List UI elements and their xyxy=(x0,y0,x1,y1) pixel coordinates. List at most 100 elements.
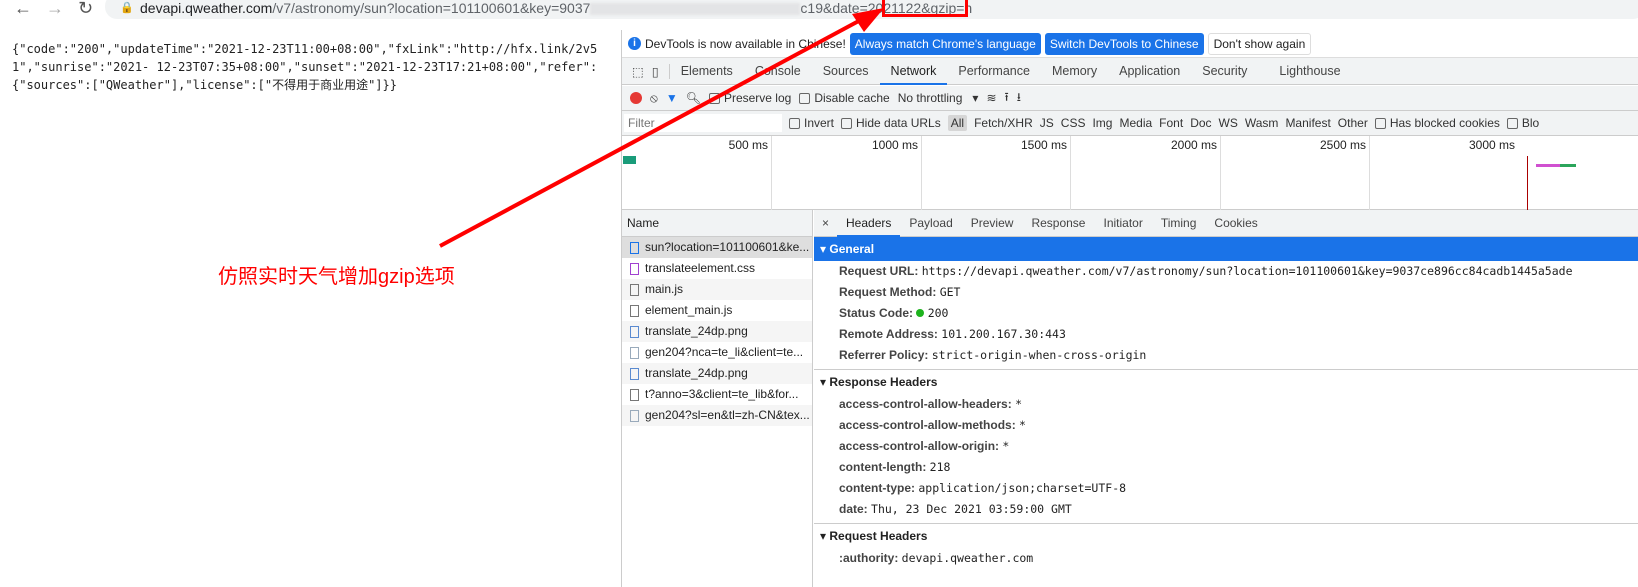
section-header[interactable]: ▾ General xyxy=(814,237,1638,261)
tab-security[interactable]: Security xyxy=(1191,58,1258,85)
search-icon[interactable]: 🔍︎ xyxy=(686,91,701,105)
header-value: 101.200.167.30:443 xyxy=(941,327,1066,341)
tab-memory[interactable]: Memory xyxy=(1041,58,1108,85)
section-title: Response Headers xyxy=(829,375,938,389)
type-filter-other[interactable]: Other xyxy=(1338,116,1368,130)
hide-data-urls-checkbox[interactable]: Hide data URLs xyxy=(841,116,941,130)
file-icon xyxy=(630,262,639,275)
tab-elements[interactable]: Elements xyxy=(670,58,744,85)
tick-label: 1500 ms xyxy=(922,136,1071,210)
info-icon: i xyxy=(628,37,641,50)
type-filter-media[interactable]: Media xyxy=(1119,116,1152,130)
header-key: access-control-allow-origin: xyxy=(839,439,1000,453)
switch-chinese-button[interactable]: Switch DevTools to Chinese xyxy=(1044,32,1204,55)
request-row[interactable]: element_main.js xyxy=(622,300,812,321)
dont-show-again-button[interactable]: Don't show again xyxy=(1207,32,1312,55)
type-filter-wasm[interactable]: Wasm xyxy=(1245,116,1279,130)
name-column-header[interactable]: Name xyxy=(622,210,812,237)
type-filter-doc[interactable]: Doc xyxy=(1190,116,1211,130)
tab-console[interactable]: Console xyxy=(744,58,812,85)
tab-response[interactable]: Response xyxy=(1022,210,1094,237)
export-har-icon[interactable]: ⭳ xyxy=(1017,88,1021,109)
header-key: Referrer Policy: xyxy=(839,348,929,362)
general-section: ▾ General Request URL: https://devapi.qwe… xyxy=(814,237,1638,366)
blocked-cookies-checkbox[interactable]: Has blocked cookies xyxy=(1374,116,1500,130)
network-overview[interactable]: 500 ms 1000 ms 1500 ms 2000 ms 2500 ms 3… xyxy=(622,136,1638,210)
request-row[interactable]: translate_24dp.png xyxy=(622,363,812,384)
url-text[interactable]: devapi.qweather.com/v7/astronomy/sun?loc… xyxy=(140,0,972,16)
tab-preview[interactable]: Preview xyxy=(962,210,1023,237)
header-value: application/json;charset=UTF-8 xyxy=(918,481,1127,495)
request-row[interactable]: translate_24dp.png xyxy=(622,321,812,342)
disable-cache-checkbox[interactable]: Disable cache xyxy=(799,91,890,105)
type-filter-all[interactable]: All xyxy=(947,115,968,131)
preserve-log-checkbox[interactable]: Preserve log xyxy=(708,91,791,105)
invert-label: Invert xyxy=(804,116,835,130)
inspect-icon[interactable]: ⬚ xyxy=(622,64,650,79)
header-key: Remote Address: xyxy=(839,327,938,341)
import-har-icon[interactable]: ⭱ xyxy=(1005,88,1009,109)
request-row[interactable]: translateelement.css xyxy=(622,258,812,279)
request-row[interactable]: main.js xyxy=(622,279,812,300)
filter-bar: Invert Hide data URLs All Fetch/XHR JS C… xyxy=(622,111,1638,136)
match-language-button[interactable]: Always match Chrome's language xyxy=(849,32,1041,55)
tab-performance[interactable]: Performance xyxy=(947,58,1041,85)
clear-icon[interactable]: ⦸ xyxy=(650,91,658,106)
type-filter-font[interactable]: Font xyxy=(1159,116,1183,130)
devtools-tabs: ⬚ ▯ Elements Console Sources Network Per… xyxy=(622,58,1638,85)
file-icon xyxy=(630,409,639,422)
file-icon xyxy=(630,304,639,317)
tab-sources[interactable]: Sources xyxy=(812,58,880,85)
section-header[interactable]: ▾ Request Headers xyxy=(814,524,1638,548)
record-icon[interactable] xyxy=(630,92,642,104)
reload-icon[interactable]: ↻ xyxy=(78,0,93,19)
tab-lighthouse[interactable]: Lighthouse xyxy=(1268,58,1351,85)
type-filter-css[interactable]: CSS xyxy=(1061,116,1086,130)
throttling-select[interactable]: No throttling ▾ xyxy=(898,91,979,105)
request-row[interactable]: gen204?nca=te_li&client=te... xyxy=(622,342,812,363)
tab-cookies[interactable]: Cookies xyxy=(1205,210,1266,237)
device-toolbar-icon[interactable]: ▯ xyxy=(650,63,670,79)
type-filter-fetch[interactable]: Fetch/XHR xyxy=(974,116,1033,130)
file-icon xyxy=(630,283,639,296)
type-filter-manifest[interactable]: Manifest xyxy=(1285,116,1330,130)
filter-icon[interactable]: ▼ xyxy=(666,91,678,105)
file-icon xyxy=(630,388,639,401)
request-row[interactable]: sun?location=101100601&ke... xyxy=(622,237,812,258)
request-row[interactable]: gen204?sl=en&tl=zh-CN&tex... xyxy=(622,405,812,426)
request-detail: × Headers Payload Preview Response Initi… xyxy=(814,210,1638,587)
type-filter-img[interactable]: Img xyxy=(1092,116,1112,130)
network-conditions-icon[interactable]: ≋ xyxy=(986,91,996,105)
section-header[interactable]: ▾ Response Headers xyxy=(814,370,1638,394)
close-icon[interactable]: × xyxy=(814,216,837,230)
header-key: Request URL: xyxy=(839,264,919,278)
header-value: Thu, 23 Dec 2021 03:59:00 GMT xyxy=(871,502,1072,516)
type-filter-js[interactable]: JS xyxy=(1040,116,1054,130)
request-name: sun?location=101100601&ke... xyxy=(645,240,810,254)
tab-headers[interactable]: Headers xyxy=(837,210,901,237)
tab-timing[interactable]: Timing xyxy=(1152,210,1206,237)
invert-checkbox[interactable]: Invert xyxy=(789,116,834,130)
tab-network[interactable]: Network xyxy=(879,58,948,85)
request-row[interactable]: t?anno=3&client=te_lib&for... xyxy=(622,384,812,405)
header-row: date: Thu, 23 Dec 2021 03:59:00 GMT xyxy=(814,499,1638,520)
header-value: * xyxy=(1002,439,1010,453)
request-name: gen204?sl=en&tl=zh-CN&tex... xyxy=(645,408,810,422)
header-value: 200 xyxy=(927,306,949,320)
tick-label: 3000 ms xyxy=(1468,138,1515,152)
blocked-requests-checkbox[interactable]: Blo xyxy=(1506,116,1539,130)
back-icon[interactable]: ← xyxy=(14,0,32,19)
file-icon xyxy=(630,346,639,359)
tab-application[interactable]: Application xyxy=(1108,58,1191,85)
filter-input[interactable] xyxy=(624,114,782,132)
header-row: access-control-allow-headers: * xyxy=(814,394,1638,415)
tick-label: 500 ms xyxy=(622,136,772,210)
status-ok-icon xyxy=(916,309,925,317)
language-infobar: i DevTools is now available in Chinese! … xyxy=(622,30,1638,58)
tab-initiator[interactable]: Initiator xyxy=(1094,210,1151,237)
file-icon xyxy=(630,325,639,338)
type-filter-ws[interactable]: WS xyxy=(1219,116,1238,130)
tab-payload[interactable]: Payload xyxy=(900,210,961,237)
section-title: Request Headers xyxy=(829,529,928,543)
forward-icon[interactable]: → xyxy=(46,0,64,19)
